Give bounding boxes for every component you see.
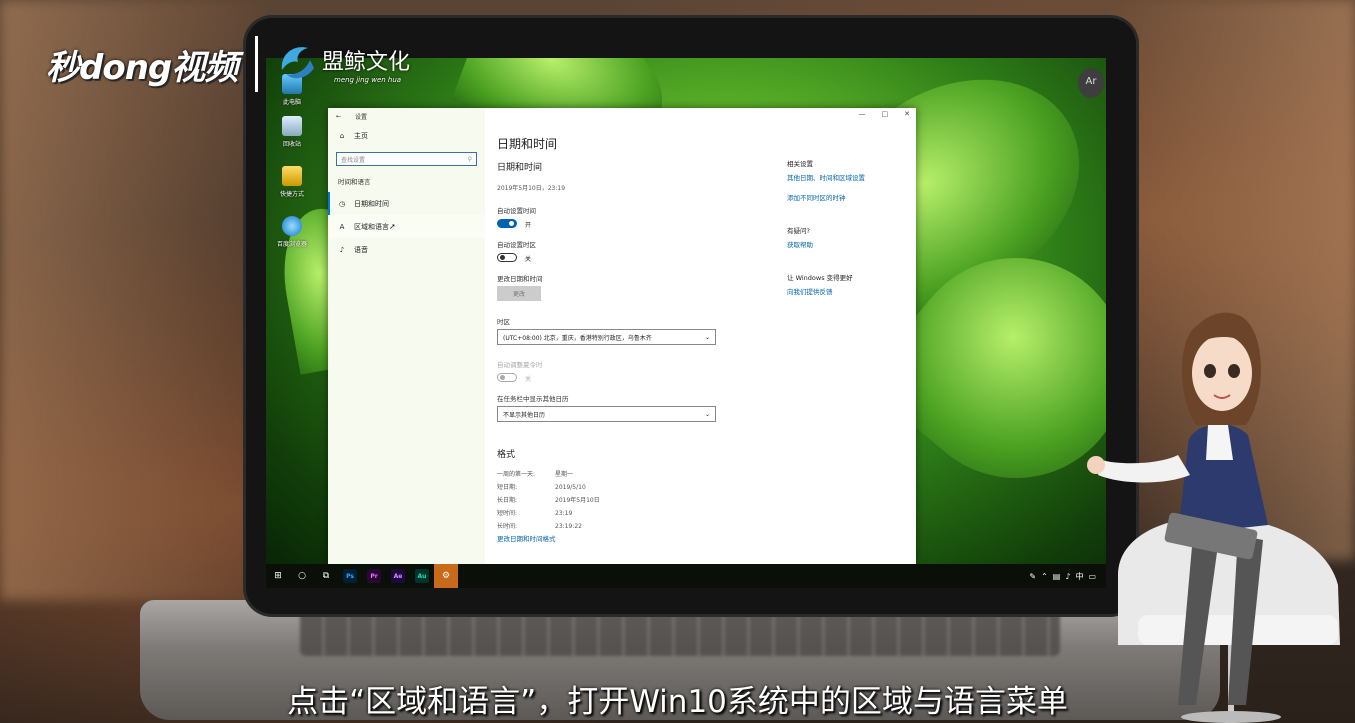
sidebar-item-speech[interactable]: ♪ 语音: [328, 238, 485, 261]
related-link-clocks[interactable]: 添加不同时区的时钟: [787, 192, 846, 202]
change-datetime-label: 更改日期和时间: [497, 275, 543, 283]
volume-icon[interactable]: ♪: [1065, 572, 1070, 581]
taskbar-app-au[interactable]: Au: [410, 564, 434, 588]
after-effects-icon: Ae: [391, 569, 405, 583]
taskbar-calendar-label: 在任务栏中显示其他日历: [497, 395, 569, 403]
maximize-button[interactable]: □: [882, 110, 889, 118]
settings-main-pane: — □ ✕ 日期和时间 日期和时间 2019年5月10日，23:19 自动设置时…: [485, 108, 916, 564]
network-icon[interactable]: ▤: [1053, 572, 1061, 581]
cartoon-presenter: [1087, 312, 1340, 723]
chevron-down-icon: ⌄: [704, 410, 710, 418]
related-link-region[interactable]: 其他日期、时间和区域设置: [787, 172, 865, 182]
taskbar-app-pr[interactable]: Pr: [362, 564, 386, 588]
desktop-icons: 此电脑 回收站 快捷方式 百度浏览器: [266, 58, 326, 258]
dst-label: 自动调整夏令时: [497, 361, 543, 369]
desktop-icon-recycle-bin[interactable]: 回收站: [270, 116, 314, 148]
premiere-icon: Pr: [367, 569, 381, 583]
pen-icon[interactable]: ✎: [1029, 572, 1036, 581]
audition-icon: Au: [415, 569, 429, 583]
dst-state: 关: [525, 376, 532, 383]
chevron-down-icon: ⌄: [704, 333, 710, 341]
video-subtitle: 点击“区域和语言”，打开Win10系统中的区域与语言菜单: [287, 684, 1068, 720]
home-icon: ⌂: [339, 131, 345, 140]
close-button[interactable]: ✕: [904, 110, 910, 118]
auto-zone-state: 关: [525, 256, 532, 263]
sidebar-item-home[interactable]: ⌂ 主页: [328, 124, 485, 147]
mengjing-logo-subtext: meng jing wen hua: [334, 76, 402, 84]
sidebar-item-date-time[interactable]: ◷ 日期和时间: [328, 192, 485, 215]
change-datetime-button[interactable]: 更改: [497, 286, 541, 301]
background-blur-left: [0, 0, 260, 600]
search-icon: ⚲: [467, 155, 472, 163]
photoshop-icon: Ps: [343, 569, 357, 583]
get-help-link[interactable]: 获取帮助: [787, 239, 813, 249]
back-arrow-icon[interactable]: ←: [336, 113, 341, 120]
format-row: 短时间: 23:19: [497, 510, 573, 517]
desktop-icon-shortcut[interactable]: 快捷方式: [270, 166, 314, 198]
auto-time-label: 自动设置时间: [497, 207, 536, 215]
format-title: 格式: [497, 450, 516, 460]
settings-window: ← 设置 ⌂ 主页 查找设置 ⚲ 时间和语言 ◷ 日期和时间 A 区域和语言 ➚…: [328, 108, 916, 564]
task-view-button[interactable]: ⧉: [314, 564, 338, 588]
dst-toggle[interactable]: [497, 373, 517, 382]
folder-shortcut-icon: [282, 166, 302, 186]
auto-zone-toggle[interactable]: [497, 253, 517, 262]
feedback-link[interactable]: 向我们提供反馈: [787, 286, 833, 296]
auto-zone-label: 自动设置时区: [497, 241, 536, 249]
start-button[interactable]: ⊞: [266, 564, 290, 588]
desktop-icon-baidu-browser[interactable]: 百度浏览器: [270, 216, 314, 248]
taskbar: ⊞ ○ ⧉ Ps Pr Ae Au ⚙ ✎ ⌃ ▤ ♪ 中 ▭: [266, 564, 1106, 588]
video-frame: 此电脑 回收站 快捷方式 百度浏览器 Ar ← 设置 ⌂ 主页 查找设置 ⚲ 时…: [0, 0, 1355, 723]
minimize-button[interactable]: —: [859, 110, 866, 118]
sidebar-group-title: 时间和语言: [338, 178, 371, 186]
desktop-screen: 此电脑 回收站 快捷方式 百度浏览器 Ar ← 设置 ⌂ 主页 查找设置 ⚲ 时…: [266, 58, 1106, 588]
settings-sidebar: ← 设置 ⌂ 主页 查找设置 ⚲ 时间和语言 ◷ 日期和时间 A 区域和语言 ➚…: [328, 108, 485, 564]
mouse-cursor-icon: ➚: [389, 222, 396, 231]
taskbar-app-settings[interactable]: ⚙: [434, 564, 458, 588]
laptop-keyboard: [300, 608, 1060, 656]
cortana-icon: ○: [298, 571, 306, 581]
people-icon[interactable]: ⌃: [1041, 572, 1048, 581]
timezone-label: 时区: [497, 318, 510, 326]
format-row: 长时间: 23:19:22: [497, 523, 582, 530]
taskbar-calendar-select[interactable]: 不显示其他日历 ⌄: [497, 406, 716, 422]
auto-time-state: 开: [525, 222, 532, 229]
microphone-icon: ♪: [339, 245, 345, 254]
mengjing-logo-text: 盟鲸文化: [322, 50, 411, 75]
task-view-icon: ⧉: [322, 571, 330, 581]
format-row: 短日期: 2019/5/10: [497, 484, 586, 491]
change-format-link[interactable]: 更改日期和时间格式: [497, 533, 556, 543]
section-title: 日期和时间: [497, 163, 543, 173]
window-title: 设置: [355, 113, 368, 121]
format-row: 长日期: 2019年5月10日: [497, 497, 600, 504]
user-avatar-badge: Ar: [1078, 68, 1104, 98]
window-controls: — □ ✕: [859, 110, 911, 118]
auto-time-toggle[interactable]: [497, 219, 517, 228]
feedback-title: 让 Windows 变得更好: [787, 274, 853, 282]
baidu-browser-icon: [282, 216, 302, 236]
settings-search-input[interactable]: 查找设置 ⚲: [336, 152, 477, 166]
related-settings-title: 相关设置: [787, 160, 813, 168]
windows-logo-icon: ⊞: [274, 571, 282, 581]
current-datetime: 2019年5月10日，23:19: [497, 185, 566, 192]
timezone-select[interactable]: (UTC+08:00) 北京，重庆，香港特别行政区，乌鲁木齐 ⌄: [497, 329, 716, 345]
format-row: 一周的第一天: 星期一: [497, 471, 574, 478]
recycle-bin-icon: [282, 116, 302, 136]
search-button[interactable]: ○: [290, 564, 314, 588]
settings-app-icon: ⚙: [441, 571, 451, 581]
taskbar-app-ps[interactable]: Ps: [338, 564, 362, 588]
taskbar-app-ae[interactable]: Ae: [386, 564, 410, 588]
page-title: 日期和时间: [497, 137, 558, 151]
miaodong-logo: 秒dong视频: [46, 48, 238, 88]
mengjing-logo-icon: [281, 47, 314, 79]
help-title: 有疑问?: [787, 227, 810, 235]
window-titlebar-left: ← 设置: [328, 108, 485, 124]
logo-divider: [255, 36, 258, 92]
region-language-icon: A: [339, 222, 345, 231]
calendar-clock-icon: ◷: [338, 199, 346, 208]
sidebar-item-region-language[interactable]: A 区域和语言 ➚: [328, 215, 485, 238]
